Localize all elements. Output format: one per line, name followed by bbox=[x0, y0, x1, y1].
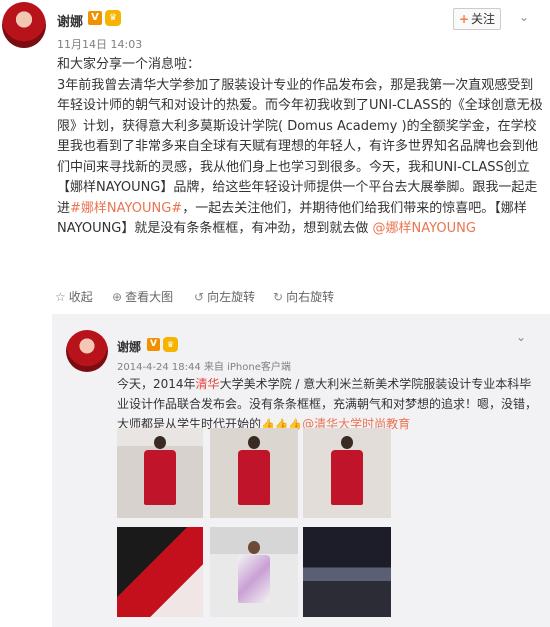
crown-icon: ♛ bbox=[163, 337, 178, 352]
photo-thumbnail[interactable] bbox=[210, 428, 298, 518]
chevron-down-icon[interactable]: ⌄ bbox=[519, 10, 529, 24]
avatar[interactable] bbox=[2, 2, 46, 48]
post-text: 3年前我曾去清华大学参加了服装设计专业的作品发布会，那是我第一次直观感受到年轻设… bbox=[57, 77, 543, 216]
photo-thumbnail[interactable] bbox=[117, 428, 203, 518]
repost-author-name[interactable]: 谢娜 bbox=[117, 338, 141, 355]
verified-badge-icon: V bbox=[88, 11, 102, 25]
post-line: 和大家分享一个消息啦： bbox=[57, 57, 201, 72]
collapse-label: 收起 bbox=[68, 290, 93, 304]
zoom-icon: ⊕ bbox=[112, 290, 123, 304]
rotate-right-icon: ↻ bbox=[273, 290, 284, 304]
photo-thumbnail[interactable] bbox=[117, 527, 203, 617]
photo-thumbnail[interactable] bbox=[210, 527, 298, 617]
follow-label: 关注 bbox=[471, 12, 496, 26]
collapse-icon: ☆ bbox=[55, 290, 66, 304]
rotate-right-button[interactable]: ↻ 向右旋转 bbox=[273, 288, 334, 305]
photo-thumbnail[interactable] bbox=[303, 527, 391, 617]
plus-icon: + bbox=[458, 12, 470, 26]
post-timestamp[interactable]: 11月14日 14:03 bbox=[57, 36, 142, 52]
post-body: 和大家分享一个消息啦： 3年前我曾去清华大学参加了服装设计专业的作品发布会，那是… bbox=[57, 55, 544, 240]
image-actions-bar: ☆ 收起 ⊕ 查看大图 ↺ 向左旋转 ↻ 向右旋转 bbox=[0, 281, 550, 311]
repost-text-highlight: 清华 bbox=[195, 377, 220, 391]
rotate-left-button[interactable]: ↺ 向左旋转 bbox=[194, 288, 255, 305]
author-name[interactable]: 谢娜 bbox=[57, 11, 83, 30]
rotate-right-label: 向右旋转 bbox=[286, 290, 335, 304]
collapse-button[interactable]: ☆ 收起 bbox=[55, 288, 93, 305]
view-large-button[interactable]: ⊕ 查看大图 bbox=[112, 288, 173, 305]
hashtag-link[interactable]: #娜样NAYOUNG# bbox=[70, 201, 182, 216]
post-paragraph: 3年前我曾去清华大学参加了服装设计专业的作品发布会，那是我第一次直观感受到年轻设… bbox=[57, 76, 544, 240]
repost-text: 今天，2014年清华大学美术学院 / 意大利米兰新美术学院服装设计专业本科毕业设… bbox=[117, 374, 537, 435]
repost-avatar[interactable] bbox=[66, 330, 108, 372]
crown-icon: ♛ bbox=[105, 10, 121, 26]
chevron-down-icon[interactable]: ⌄ bbox=[516, 330, 526, 344]
rotate-left-icon: ↺ bbox=[194, 290, 205, 304]
view-large-label: 查看大图 bbox=[125, 290, 174, 304]
mention-link[interactable]: @娜样NAYOUNG bbox=[373, 221, 476, 236]
repost-meta[interactable]: 2014-4-24 18:44 来自 iPhone客户端 bbox=[117, 358, 291, 373]
rotate-left-label: 向左旋转 bbox=[207, 290, 256, 304]
repost-text-pre: 今天，2014年 bbox=[117, 377, 196, 391]
verified-badge-icon: V bbox=[147, 338, 160, 351]
follow-button[interactable]: + 关注 bbox=[453, 8, 501, 30]
photo-thumbnail[interactable] bbox=[303, 428, 391, 518]
